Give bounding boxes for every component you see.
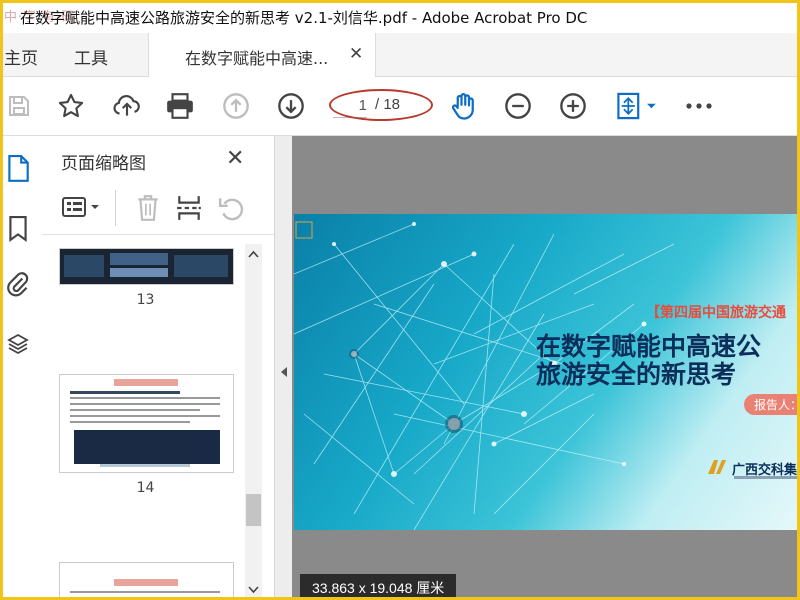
document-viewer[interactable]: 【第四届中国旅游交通 在数字赋能中高速公 旅游安全的新思考 报告人： 广西交科集… [292, 136, 800, 600]
panel-splitter[interactable] [274, 136, 293, 600]
panel-close-icon[interactable]: ✕ [226, 146, 244, 171]
collapse-panel-icon[interactable] [280, 366, 288, 378]
company-english-text [734, 476, 800, 479]
layers-icon[interactable] [4, 329, 32, 359]
toolbar: / 18 [0, 77, 800, 136]
rotate-page-icon[interactable] [218, 195, 246, 221]
fit-page-icon[interactable] [613, 91, 659, 121]
scroll-down-icon[interactable] [248, 586, 259, 594]
document-page: 【第四届中国旅游交通 在数字赋能中高速公 旅游安全的新思考 报告人： 广西交科集… [294, 214, 800, 530]
page-navigator: / 18 [329, 89, 433, 121]
title-bar: 中·字·有·码 在数字赋能中高速公路旅游安全的新思考 v2.1-刘信华.pdf … [0, 0, 800, 34]
tab-tools[interactable]: 工具 [74, 44, 108, 69]
scroll-up-icon[interactable] [248, 250, 259, 258]
page-thumbnails-icon[interactable] [4, 154, 32, 184]
tab-document-label: 在数字赋能中高速... [185, 49, 329, 68]
thumbnail-page-15[interactable] [59, 562, 234, 600]
panel-toolbar-divider [115, 190, 116, 226]
save-icon[interactable] [4, 91, 34, 121]
tab-home[interactable]: 主页 [4, 44, 38, 69]
company-logo-icon [706, 458, 728, 476]
scrollbar-thumb[interactable] [246, 494, 261, 526]
annotation-circle [329, 89, 433, 121]
slide-title-line2: 旅游安全的新思考 [536, 360, 737, 389]
bookmark-icon[interactable] [4, 214, 32, 244]
page-up-icon[interactable] [221, 91, 251, 121]
thumbnail-page-14[interactable] [59, 374, 234, 473]
tab-bar: 主页 工具 在数字赋能中高速... ✕ [0, 33, 800, 77]
thumbnail-page-number: 13 [136, 292, 155, 308]
extract-page-icon[interactable] [176, 194, 202, 222]
page-dimensions-tooltip: 33.863 x 19.048 厘米 [300, 574, 457, 600]
zoom-in-icon[interactable] [558, 91, 588, 121]
close-icon[interactable]: ✕ [349, 44, 363, 64]
thumbnails-panel: 页面缩略图 ✕ 13 14 [42, 136, 274, 600]
thumbnail-page-number: 14 [136, 480, 155, 496]
slide-title-line1: 在数字赋能中高速公 [536, 332, 762, 361]
reporter-label: 报告人： [754, 398, 800, 412]
print-icon[interactable] [165, 91, 195, 121]
page-down-icon[interactable] [276, 91, 306, 121]
more-icon[interactable] [684, 91, 714, 121]
slide-subtitle: 【第四届中国旅游交通 [646, 305, 786, 321]
thumbnail-list: 13 14 [42, 236, 262, 600]
side-icon-rail [0, 136, 43, 600]
panel-title: 页面缩略图 [61, 154, 146, 174]
delete-page-icon[interactable] [136, 194, 162, 222]
zoom-out-icon[interactable] [503, 91, 533, 121]
thumbnail-options-icon[interactable] [61, 196, 103, 220]
hand-tool-icon[interactable] [449, 91, 479, 121]
thumbnail-scrollbar[interactable] [245, 244, 262, 600]
attachment-icon[interactable] [4, 269, 32, 299]
reporter-badge: 报告人： [744, 394, 800, 415]
tab-document[interactable]: 在数字赋能中高速... ✕ [148, 33, 376, 77]
bookmark-star-icon[interactable] [56, 91, 86, 121]
thumbnail-page-13[interactable] [59, 248, 234, 285]
panel-toolbar [42, 182, 274, 235]
upload-cloud-icon[interactable] [112, 91, 142, 121]
window-title: 在数字赋能中高速公路旅游安全的新思考 v2.1-刘信华.pdf - Adobe … [20, 9, 588, 27]
